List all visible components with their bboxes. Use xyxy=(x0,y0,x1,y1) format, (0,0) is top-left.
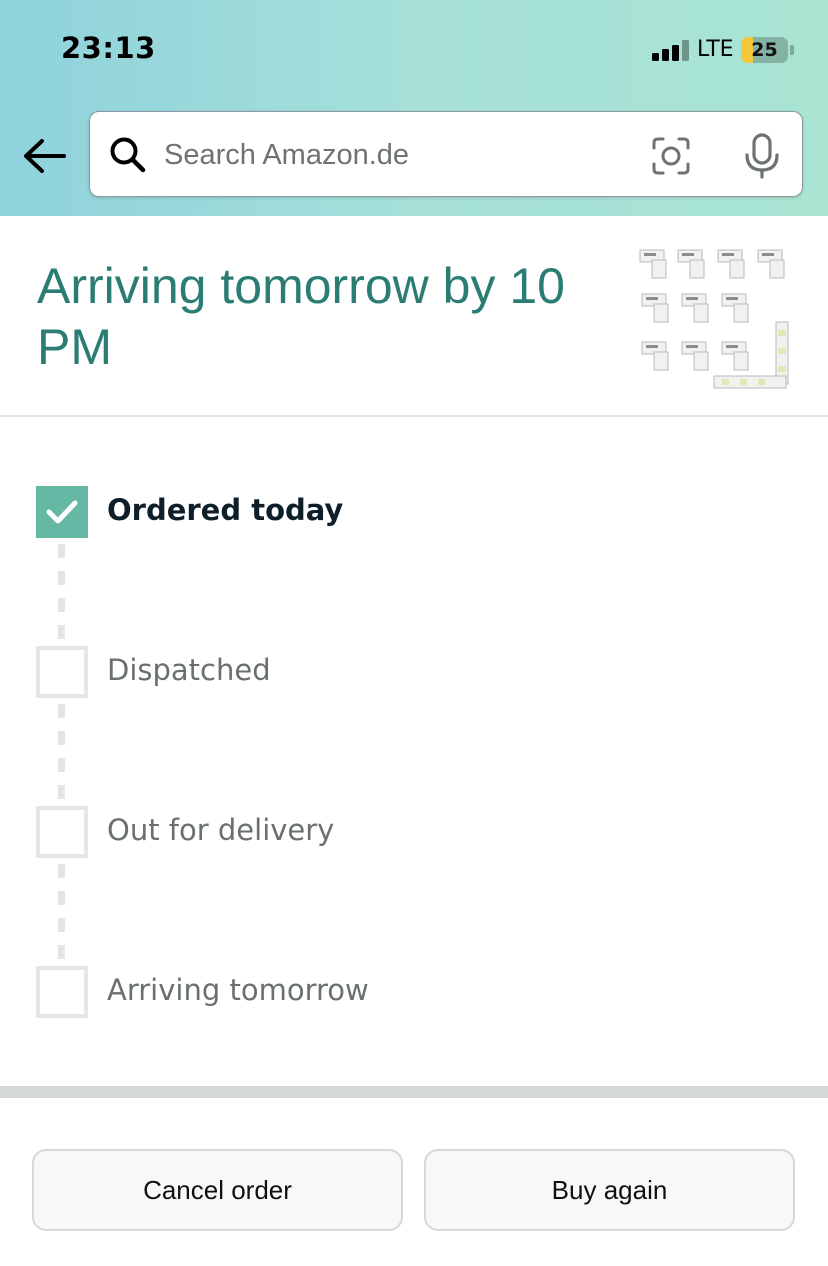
search-input[interactable] xyxy=(164,132,634,178)
step-checkbox-empty xyxy=(36,966,88,1018)
section-divider xyxy=(0,1086,828,1098)
step-checkbox-empty xyxy=(36,646,88,698)
step-label: Ordered today xyxy=(107,493,344,527)
battery-icon: 25 xyxy=(741,37,788,63)
checkmark-icon xyxy=(46,500,78,524)
search-icon xyxy=(110,137,146,173)
status-time: 23:13 xyxy=(61,31,156,65)
search-bar[interactable] xyxy=(89,111,803,197)
shipment-tracker: Ordered today Dispatched Out for deliver… xyxy=(0,418,828,1086)
tracker-connector xyxy=(58,864,65,960)
network-type: LTE xyxy=(697,37,734,62)
arrival-title: Arriving tomorrow by 10 PM xyxy=(37,258,565,375)
microphone-icon[interactable] xyxy=(742,133,782,179)
battery-tip xyxy=(790,45,794,55)
step-checkbox-empty xyxy=(36,806,88,858)
step-checkbox-checked xyxy=(36,486,88,538)
step-label: Out for delivery xyxy=(107,813,335,847)
buy-again-button[interactable]: Buy again xyxy=(424,1149,795,1231)
header: 23:13 LTE 25 xyxy=(0,0,828,216)
step-label: Arriving tomorrow xyxy=(107,973,369,1007)
tracker-connector xyxy=(58,704,65,800)
camera-scan-icon[interactable] xyxy=(651,136,691,176)
delivery-summary: Arriving tomorrow by 10 PM xyxy=(0,216,828,417)
cancel-order-button[interactable]: Cancel order xyxy=(32,1149,403,1231)
back-button[interactable] xyxy=(22,136,68,176)
step-label: Dispatched xyxy=(107,653,271,687)
status-bar: 23:13 LTE 25 xyxy=(0,0,828,100)
tracker-connector xyxy=(58,544,65,640)
arrow-left-icon xyxy=(24,139,66,173)
signal-strength-icon xyxy=(652,39,690,61)
product-thumbnail[interactable] xyxy=(636,248,794,390)
battery-level: 25 xyxy=(751,39,778,61)
